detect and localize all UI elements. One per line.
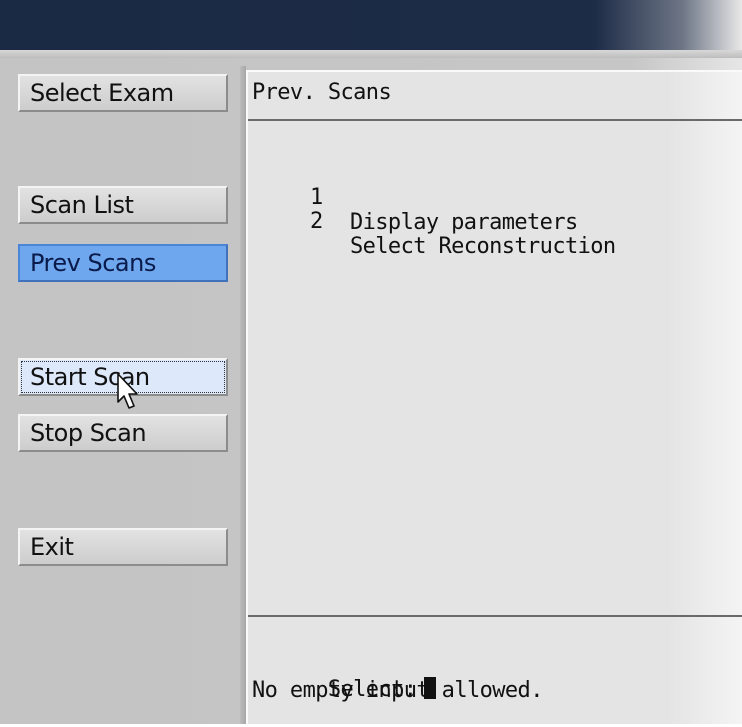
- menu-item-number: 2: [310, 209, 323, 234]
- arrow-cursor-icon: [116, 372, 140, 412]
- scan-list-button[interactable]: Scan List: [18, 186, 228, 224]
- input-area-divider: [248, 615, 742, 617]
- status-message: No empty input allowed.: [252, 678, 543, 703]
- main-panel: Prev. Scans 1 Display parameters 2 Selec…: [246, 70, 742, 724]
- menu-item-label: Select Reconstruction: [350, 234, 616, 259]
- exit-button[interactable]: Exit: [18, 528, 228, 566]
- app-screen: Select Exam Scan List Prev Scans Start S…: [0, 0, 742, 724]
- menu-item: 2 Select Reconstruction: [310, 184, 386, 284]
- title-bar: [0, 0, 742, 50]
- page-title: Prev. Scans: [252, 80, 391, 105]
- select-exam-button[interactable]: Select Exam: [18, 74, 228, 112]
- stop-scan-button[interactable]: Stop Scan: [18, 414, 228, 452]
- prev-scans-button[interactable]: Prev Scans: [18, 244, 228, 282]
- title-bar-edge: [0, 50, 742, 58]
- title-divider: [248, 119, 742, 121]
